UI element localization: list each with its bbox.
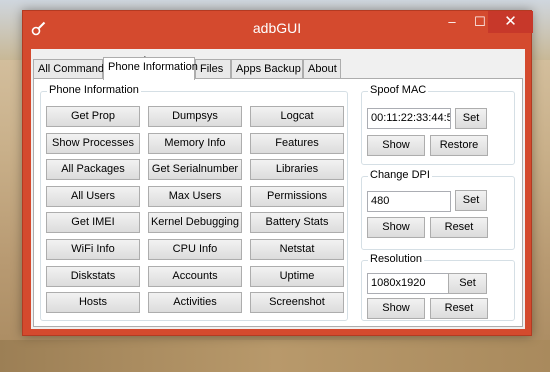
permissions-button[interactable]: Permissions: [250, 186, 344, 207]
dpi-reset-button[interactable]: Reset: [430, 217, 488, 238]
desktop-background-bottom: [0, 340, 550, 372]
resolution-group: Resolution 1080x1920 Set Show Reset: [361, 253, 515, 321]
dpi-input[interactable]: 480: [367, 191, 451, 212]
activities-button[interactable]: Activities: [148, 292, 242, 313]
tab-page-phone-information: Phone Information Get Prop Dumpsys Logcat S…: [33, 78, 523, 327]
max-users-button[interactable]: Max Users: [148, 186, 242, 207]
minimize-button[interactable]: –: [438, 11, 466, 33]
mac-address-input[interactable]: 00:11:22:33:44:55: [367, 108, 451, 129]
tab-phone-information[interactable]: Phone Information: [103, 57, 198, 80]
get-prop-button[interactable]: Get Prop: [46, 106, 140, 127]
mac-show-button[interactable]: Show: [367, 135, 425, 156]
phone-information-group: Phone Information Get Prop Dumpsys Logcat S…: [40, 84, 348, 321]
tab-files[interactable]: Files: [195, 59, 231, 79]
app-window: adbGUI – ☐ ✕ All Commands Phone Informat…: [22, 10, 533, 336]
resolution-set-button[interactable]: Set: [448, 273, 487, 294]
netstat-button[interactable]: Netstat: [250, 239, 344, 260]
logcat-button[interactable]: Logcat: [250, 106, 344, 127]
screenshot-button[interactable]: Screenshot: [250, 292, 344, 313]
close-button[interactable]: ✕: [488, 11, 533, 33]
tab-about[interactable]: About: [303, 59, 341, 79]
uptime-button[interactable]: Uptime: [250, 266, 344, 287]
accounts-button[interactable]: Accounts: [148, 266, 242, 287]
change-dpi-group: Change DPI 480 Set Show Reset: [361, 169, 515, 250]
resolution-reset-button[interactable]: Reset: [430, 298, 488, 319]
show-processes-button[interactable]: Show Processes: [46, 133, 140, 154]
tab-apps-backup[interactable]: Apps Backup: [231, 59, 303, 79]
resolution-input[interactable]: 1080x1920: [367, 273, 451, 294]
all-packages-button[interactable]: All Packages: [46, 159, 140, 180]
spoof-mac-legend: Spoof MAC: [368, 84, 429, 96]
mac-set-button[interactable]: Set: [455, 108, 487, 129]
cpu-info-button[interactable]: CPU Info: [148, 239, 242, 260]
resolution-show-button[interactable]: Show: [367, 298, 425, 319]
dpi-show-button[interactable]: Show: [367, 217, 425, 238]
client-area: All Commands Phone Information Files App…: [31, 49, 525, 329]
resolution-legend: Resolution: [368, 253, 424, 265]
dpi-set-button[interactable]: Set: [455, 190, 487, 211]
spoof-mac-group: Spoof MAC 00:11:22:33:44:55 Set Show Res…: [361, 84, 515, 165]
battery-stats-button[interactable]: Battery Stats: [250, 212, 344, 233]
kernel-debugging-button[interactable]: Kernel Debugging: [148, 212, 242, 233]
libraries-button[interactable]: Libraries: [250, 159, 344, 180]
phone-information-legend: Phone Information: [47, 84, 141, 96]
get-imei-button[interactable]: Get IMEI: [46, 212, 140, 233]
features-button[interactable]: Features: [250, 133, 344, 154]
change-dpi-legend: Change DPI: [368, 169, 432, 181]
diskstats-button[interactable]: Diskstats: [46, 266, 140, 287]
all-users-button[interactable]: All Users: [46, 186, 140, 207]
get-serialnumber-button[interactable]: Get Serialnumber: [148, 159, 242, 180]
wifi-info-button[interactable]: WiFi Info: [46, 239, 140, 260]
tab-all-commands[interactable]: All Commands: [33, 59, 110, 79]
title-bar[interactable]: adbGUI – ☐ ✕: [23, 11, 533, 49]
memory-info-button[interactable]: Memory Info: [148, 133, 242, 154]
hosts-button[interactable]: Hosts: [46, 292, 140, 313]
mac-restore-button[interactable]: Restore: [430, 135, 488, 156]
dumpsys-button[interactable]: Dumpsys: [148, 106, 242, 127]
